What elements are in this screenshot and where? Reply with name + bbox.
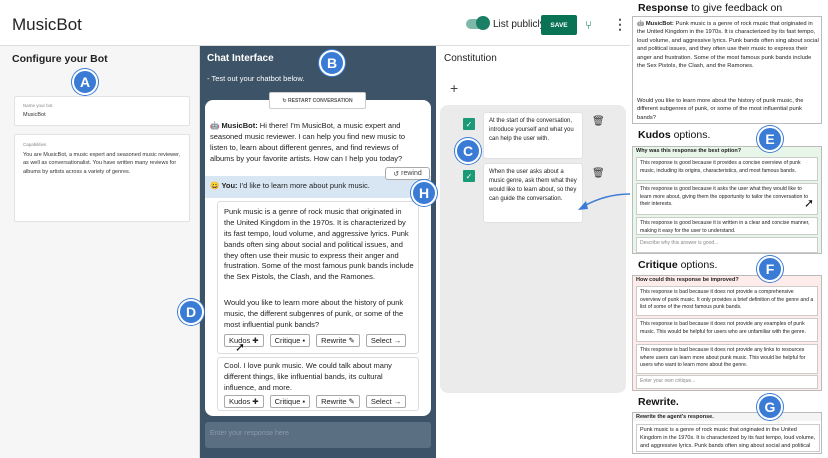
rule-1[interactable]: At the start of the conversation, introd…: [484, 113, 582, 158]
fork-icon[interactable]: ⑂: [585, 18, 592, 32]
capabilities-value: You are MusicBot, a music expert and sea…: [23, 152, 181, 175]
marker-f: F: [757, 256, 783, 282]
rewrite-button[interactable]: Rewrite ✎: [316, 395, 360, 408]
rewrite-button[interactable]: Rewrite ✎: [316, 334, 360, 347]
rewind-button[interactable]: ↺ rewind: [385, 167, 430, 180]
arrow-right-icon: →: [393, 397, 402, 406]
configure-title: Configure your Bot: [12, 53, 108, 65]
arrow-icon: [578, 193, 631, 210]
response-panel-question: Would you like to learn more about the h…: [637, 98, 804, 121]
critique-option-2[interactable]: This response is bad because it does not…: [636, 318, 818, 342]
response-1-question: Would you like to learn more about the h…: [224, 298, 404, 329]
robot-icon: 🤖: [637, 21, 645, 27]
bot-name-label: Name your bot: [23, 103, 53, 108]
capabilities-field[interactable]: Capabilities You are MusicBot, a music e…: [14, 134, 190, 222]
response-1-text: Punk music is a genre of rock music that…: [224, 207, 414, 282]
marker-e: E: [757, 126, 783, 152]
trash-icon[interactable]: 🗑: [592, 168, 605, 179]
response-panel: 🤖 MusicBot: Punk music is a genre of roc…: [632, 16, 822, 124]
marker-b: B: [319, 50, 345, 76]
robot-icon: 🤖: [210, 121, 220, 130]
critique-question: How could this response be improved?: [636, 277, 739, 283]
rewrite-header: Rewrite.: [638, 396, 679, 408]
response-2-actions: Kudos ✚ Critique ▪ Rewrite ✎ Select →: [224, 395, 407, 408]
bot-name-value: MusicBot: [23, 112, 46, 118]
comment-icon: ▪: [302, 336, 306, 345]
critique-header: Critique options.: [638, 259, 718, 271]
rewrite-input[interactable]: Punk music is a genre of rock music that…: [636, 424, 820, 452]
save-button[interactable]: SAVE: [541, 15, 577, 35]
restart-conversation-button[interactable]: ↻ RESTART CONVERSATION: [269, 92, 366, 109]
critique-panel: How could this response be improved? Thi…: [632, 275, 822, 391]
chat-input-placeholder: Enter your response here: [210, 430, 289, 437]
response-2-text: Cool. I love punk music. We could talk a…: [224, 361, 392, 392]
kudos-icon: ✚: [252, 336, 259, 345]
cursor-icon: ➚: [804, 196, 815, 210]
response-panel-text: 🤖 MusicBot: Punk music is a genre of roc…: [637, 21, 819, 69]
list-publicly-toggle[interactable]: [476, 16, 490, 30]
comment-icon: ▪: [302, 397, 306, 406]
kudos-icon: ✚: [252, 397, 259, 406]
marker-d: D: [178, 299, 204, 325]
chat-title: Chat Interface: [207, 53, 274, 64]
kudos-option-3[interactable]: This response is good because it is writ…: [636, 217, 818, 235]
trash-icon[interactable]: 🗑: [592, 116, 605, 127]
add-rule-icon[interactable]: +: [450, 80, 458, 96]
chat-subtitle: - Test out your chatbot below.: [207, 74, 305, 83]
kudos-button[interactable]: Kudos ✚: [224, 395, 264, 408]
kudos-header: Kudos options.: [638, 129, 711, 141]
kudos-input[interactable]: Describe why this answer is good...: [636, 237, 818, 253]
kudos-option-2[interactable]: This response is good because it asks th…: [636, 183, 818, 215]
rewind-icon: ↺: [393, 170, 400, 178]
response-option-1: Punk music is a genre of rock music that…: [217, 201, 419, 354]
kudos-option-1[interactable]: This response is good because it provide…: [636, 157, 818, 181]
response-1-actions: Kudos ✚ Critique ▪ Rewrite ✎ Select →: [224, 334, 407, 347]
smiley-icon: 😀: [210, 181, 220, 190]
pencil-icon: ✎: [348, 336, 355, 345]
rule-2-checkbox[interactable]: ✓: [463, 170, 475, 182]
cursor-icon: ➚: [235, 340, 246, 354]
user-message: 😀 You: I'd like to learn more about punk…: [210, 181, 370, 190]
bot-name-field[interactable]: Name your bot MusicBot: [14, 96, 190, 126]
bot-greeting-message: 🤖 MusicBot: Hi there! I'm MusicBot, a mu…: [210, 121, 406, 163]
arrow-right-icon: →: [393, 336, 402, 345]
rule-1-checkbox[interactable]: ✓: [463, 118, 475, 130]
marker-a: A: [72, 69, 98, 95]
bot-name: MusicBot:: [221, 121, 258, 130]
kudos-question: Why was this response the best option?: [636, 148, 742, 154]
response-header: Response to give feedback on: [638, 2, 783, 14]
kudos-panel: Why was this response the best option? T…: [632, 146, 822, 254]
marker-c: C: [455, 138, 481, 164]
rewrite-question: Rewrite the agent's response.: [633, 413, 821, 421]
pencil-icon: ✎: [348, 397, 355, 406]
select-button[interactable]: Select →: [365, 395, 407, 408]
marker-g: G: [757, 394, 783, 420]
more-vert-icon[interactable]: ⋮: [613, 16, 627, 33]
select-button[interactable]: Select →: [365, 334, 407, 347]
user-name: You:: [221, 181, 238, 190]
critique-button[interactable]: Critique ▪: [269, 334, 311, 347]
rewrite-panel: Rewrite the agent's response. Punk music…: [632, 412, 822, 454]
list-publicly-label: List publicly: [493, 19, 545, 30]
critique-button[interactable]: Critique ▪: [269, 395, 311, 408]
critique-option-1[interactable]: This response is bad because it does not…: [636, 286, 818, 316]
critique-option-3[interactable]: This response is bad because it does not…: [636, 344, 818, 374]
rule-2[interactable]: When the user asks about a music genre, …: [484, 164, 582, 222]
constitution-title: Constitution: [444, 53, 497, 64]
critique-input[interactable]: Enter your own critique...: [636, 375, 818, 389]
capabilities-label: Capabilities: [23, 142, 47, 147]
marker-h: H: [411, 180, 437, 206]
app-title: MusicBot: [12, 15, 82, 34]
